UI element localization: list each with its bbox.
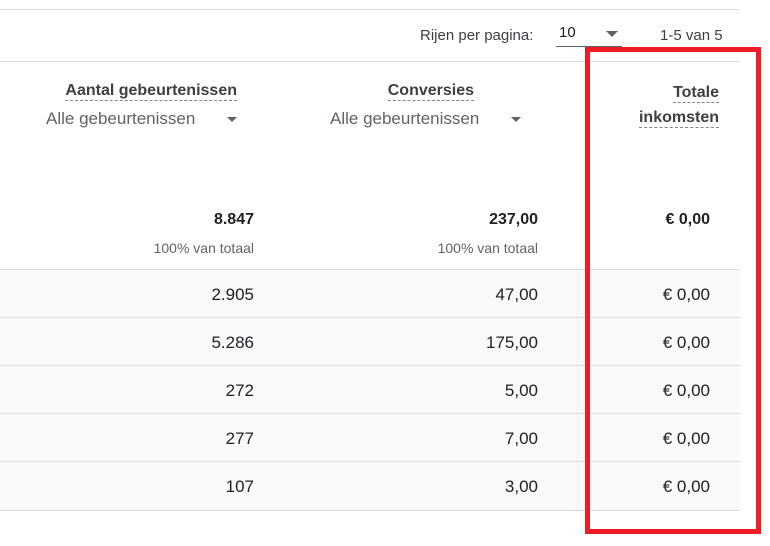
event-filter-dropdown-1[interactable]: Alle gebeurtenissen xyxy=(46,109,246,129)
total-conversions-pct: 100% van totaal xyxy=(437,240,538,256)
pagination-range: 1-5 van 5 xyxy=(660,27,723,44)
dropdown-arrow-icon xyxy=(606,31,618,37)
revenue-column-highlight xyxy=(585,47,761,534)
rows-per-page-value: 10 xyxy=(559,24,576,41)
cell-conversions: 5,00 xyxy=(504,381,538,400)
cell-event-count: 272 xyxy=(225,381,254,400)
column-header-conversions[interactable]: Conversies xyxy=(300,82,474,101)
filter-label: Alle gebeurtenissen xyxy=(46,109,196,128)
filter-label: Alle gebeurtenissen xyxy=(330,109,480,128)
rows-per-page-select[interactable]: 10 xyxy=(556,22,622,47)
cell-conversions: 175,00 xyxy=(486,333,538,352)
rows-per-page-label: Rijen per pagina: xyxy=(420,27,534,44)
total-event-count-pct: 100% van totaal xyxy=(153,240,254,256)
cell-event-count: 107 xyxy=(225,477,254,496)
total-conversions: 237,00 xyxy=(489,211,538,228)
column-title: Conversies xyxy=(387,82,474,101)
cell-event-count: 5.286 xyxy=(211,333,254,352)
column-title: Aantal gebeurtenissen xyxy=(65,82,237,101)
chevron-down-icon xyxy=(511,117,521,122)
top-divider xyxy=(0,9,740,10)
cell-event-count: 277 xyxy=(225,429,254,448)
cell-conversions: 7,00 xyxy=(504,429,538,448)
cell-conversions: 3,00 xyxy=(504,477,538,496)
event-filter-dropdown-2[interactable]: Alle gebeurtenissen xyxy=(330,109,530,129)
cell-conversions: 47,00 xyxy=(495,285,538,304)
column-header-event-count[interactable]: Aantal gebeurtenissen xyxy=(40,82,237,101)
chevron-down-icon xyxy=(227,117,237,122)
cell-event-count: 2.905 xyxy=(211,285,254,304)
total-event-count: 8.847 xyxy=(213,211,254,228)
